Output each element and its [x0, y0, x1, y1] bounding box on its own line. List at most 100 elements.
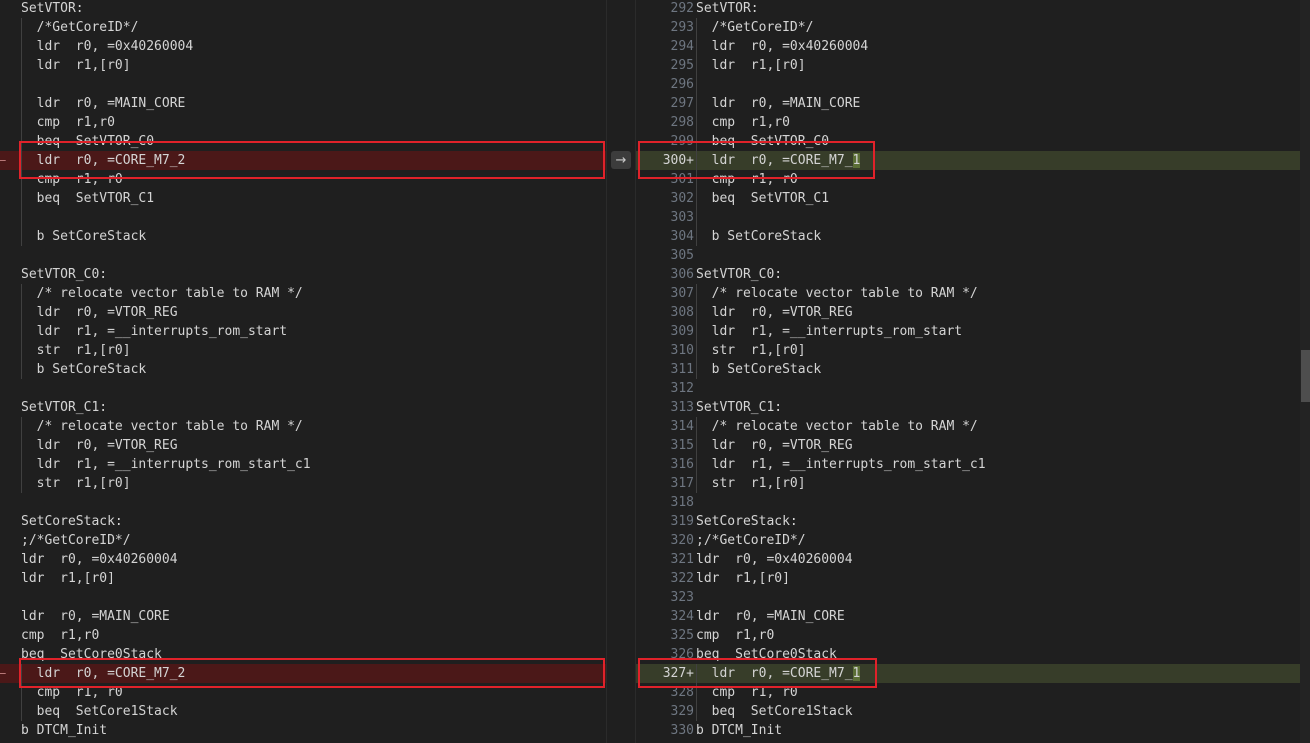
code-line[interactable]: 2ldr r1,[r0] [0, 569, 606, 588]
code-line[interactable]: 4ldr r0, =MAIN_CORE [0, 607, 606, 626]
code-line[interactable]: 7 /* relocate vector table to RAM */ [0, 284, 606, 303]
code-text-content: /* relocate vector table to RAM */ [21, 419, 303, 434]
code-line[interactable]: 6 [0, 75, 606, 94]
changed-word: 1 [852, 666, 861, 681]
code-line[interactable]: 7 ldr r0, =MAIN_CORE [0, 94, 606, 113]
code-line[interactable]: 3 [0, 208, 606, 227]
right-diff-pane[interactable]: 292 SetVTOR: 293 /*GetCoreID*/294 ldr r0, … [636, 0, 1310, 743]
code-text-content: ;/*GetCoreID*/ [21, 533, 131, 548]
line-number: 7 [0, 94, 20, 113]
code-line[interactable]: 297 ldr r0, =MAIN_CORE [636, 94, 1310, 113]
code-line[interactable]: 322 ldr r1,[r0] [636, 569, 1310, 588]
code-line[interactable]: 9 beq SetCore1Stack [0, 702, 606, 721]
code-line[interactable]: 321 ldr r0, =0x40260004 [636, 550, 1310, 569]
code-line[interactable]: 5 ldr r1,[r0] [0, 56, 606, 75]
code-line[interactable]: 8 [0, 493, 606, 512]
revert-change-button[interactable]: → [611, 151, 631, 169]
code-line[interactable]: 3SetVTOR_C1: [0, 398, 606, 417]
code-line[interactable]: 0b DTCM_Init [0, 721, 606, 740]
code-text-content: ldr r0, =CORE_M7_ [696, 153, 853, 168]
diff-divider [606, 0, 636, 743]
code-line[interactable]: 9 beq SetVTOR_C0 [0, 132, 606, 151]
code-line[interactable]: 311 b SetCoreStack [636, 360, 1310, 379]
code-line[interactable]: 315 ldr r0, =VTOR_REG [636, 436, 1310, 455]
code-line[interactable]: 328 cmp r1, r0 [636, 683, 1310, 702]
code-line[interactable]: 7 str r1,[r0] [0, 474, 606, 493]
added-code-line[interactable]: 327+ ldr r0, =CORE_M7_1 [636, 664, 1310, 683]
scrollbar-thumb[interactable] [1301, 350, 1310, 402]
code-text: str r1,[r0] [696, 474, 806, 493]
code-line[interactable]: 298 cmp r1,r0 [636, 113, 1310, 132]
code-line[interactable]: 324 ldr r0, =MAIN_CORE [636, 607, 1310, 626]
code-line[interactable]: 8 cmp r1,r0 [0, 113, 606, 132]
code-line[interactable]: 6SetVTOR_C0: [0, 265, 606, 284]
code-line[interactable]: 316 ldr r1, =__interrupts_rom_start_c1 [636, 455, 1310, 474]
code-line[interactable]: 4 /* relocate vector table to RAM */ [0, 417, 606, 436]
code-line[interactable]: 307 /* relocate vector table to RAM */ [636, 284, 1310, 303]
code-line[interactable]: 301 cmp r1, r0 [636, 170, 1310, 189]
code-line[interactable]: 330 b DTCM_Init [636, 721, 1310, 740]
code-line[interactable]: 325 cmp r1,r0 [636, 626, 1310, 645]
code-line[interactable]: 5 [0, 246, 606, 265]
code-line[interactable]: 5cmp r1,r0 [0, 626, 606, 645]
code-line[interactable]: 1 b SetCoreStack [0, 360, 606, 379]
code-line[interactable]: 293 /*GetCoreID*/ [636, 18, 1310, 37]
code-line[interactable]: 4 b SetCoreStack [0, 227, 606, 246]
code-line[interactable]: 3 [0, 588, 606, 607]
code-line[interactable]: 2SetVTOR: [0, 0, 606, 18]
line-number: 307 [670, 286, 694, 301]
code-line[interactable]: 317 str r1,[r0] [636, 474, 1310, 493]
code-line[interactable]: 314 /* relocate vector table to RAM */ [636, 417, 1310, 436]
code-line[interactable]: 309 ldr r1, =__interrupts_rom_start [636, 322, 1310, 341]
code-line[interactable]: 310 str r1,[r0] [636, 341, 1310, 360]
code-line[interactable]: 319 SetCoreStack: [636, 512, 1310, 531]
code-line[interactable]: 312 [636, 379, 1310, 398]
code-line[interactable]: 8 ldr r0, =VTOR_REG [0, 303, 606, 322]
code-line[interactable]: 2 [0, 379, 606, 398]
code-line[interactable]: 9SetCoreStack: [0, 512, 606, 531]
code-text: beq SetVTOR_C1 [21, 189, 154, 208]
code-line[interactable]: 8 cmp r1, r0 [0, 683, 606, 702]
line-number: 2 [0, 189, 20, 208]
code-line[interactable]: 6 ldr r1, =__interrupts_rom_start_c1 [0, 455, 606, 474]
code-line[interactable]: 294 ldr r0, =0x40260004 [636, 37, 1310, 56]
code-line[interactable]: 2 beq SetVTOR_C1 [0, 189, 606, 208]
added-code-line[interactable]: 300+ ldr r0, =CORE_M7_1 [636, 151, 1310, 170]
code-text: ldr r1,[r0] [21, 56, 131, 75]
code-text-content: b SetCoreStack [21, 362, 147, 377]
code-line[interactable]: 305 [636, 246, 1310, 265]
left-diff-pane[interactable]: 2SetVTOR:3 /*GetCoreID*/4 ldr r0, =0x402… [0, 0, 606, 743]
code-line[interactable]: 304 b SetCoreStack [636, 227, 1310, 246]
code-line[interactable]: 318 [636, 493, 1310, 512]
removed-code-line[interactable]: 0— ldr r0, =CORE_M7_2 [0, 151, 606, 170]
code-line[interactable]: 295 ldr r1,[r0] [636, 56, 1310, 75]
code-line[interactable]: 1ldr r0, =0x40260004 [0, 550, 606, 569]
code-line[interactable]: 292 SetVTOR: [636, 0, 1310, 18]
code-line[interactable]: 302 beq SetVTOR_C1 [636, 189, 1310, 208]
code-line[interactable]: 5 ldr r0, =VTOR_REG [0, 436, 606, 455]
code-line[interactable]: 308 ldr r0, =VTOR_REG [636, 303, 1310, 322]
code-line[interactable]: 313 SetVTOR_C1: [636, 398, 1310, 417]
code-line[interactable]: 326 beq SetCore0Stack [636, 645, 1310, 664]
code-line[interactable]: 3 /*GetCoreID*/ [0, 18, 606, 37]
code-line[interactable]: 303 [636, 208, 1310, 227]
code-text: ldr r0, =CORE_M7_1 [696, 664, 861, 683]
code-line[interactable]: 0;/*GetCoreID*/ [0, 531, 606, 550]
code-line[interactable]: 0 str r1,[r0] [0, 341, 606, 360]
line-number: 323 [670, 590, 694, 605]
removed-code-line[interactable]: 7— ldr r0, =CORE_M7_2 [0, 664, 606, 683]
code-line[interactable]: 296 [636, 75, 1310, 94]
code-line[interactable]: 4 ldr r0, =0x40260004 [0, 37, 606, 56]
code-line[interactable]: 329 beq SetCore1Stack [636, 702, 1310, 721]
code-line[interactable]: 6beq SetCore0Stack [0, 645, 606, 664]
code-text-content: ldr r1,[r0] [696, 58, 806, 73]
code-text: cmp r1, r0 [21, 683, 123, 702]
line-number: 9 [0, 132, 20, 151]
code-line[interactable]: 323 [636, 588, 1310, 607]
code-line[interactable]: 9 ldr r1, =__interrupts_rom_start [0, 322, 606, 341]
code-line[interactable]: 306 SetVTOR_C0: [636, 265, 1310, 284]
code-text: /* relocate vector table to RAM */ [21, 417, 303, 436]
code-line[interactable]: 320 ;/*GetCoreID*/ [636, 531, 1310, 550]
code-line[interactable]: 299 beq SetVTOR_C0 [636, 132, 1310, 151]
code-line[interactable]: 1 cmp r1, r0 [0, 170, 606, 189]
